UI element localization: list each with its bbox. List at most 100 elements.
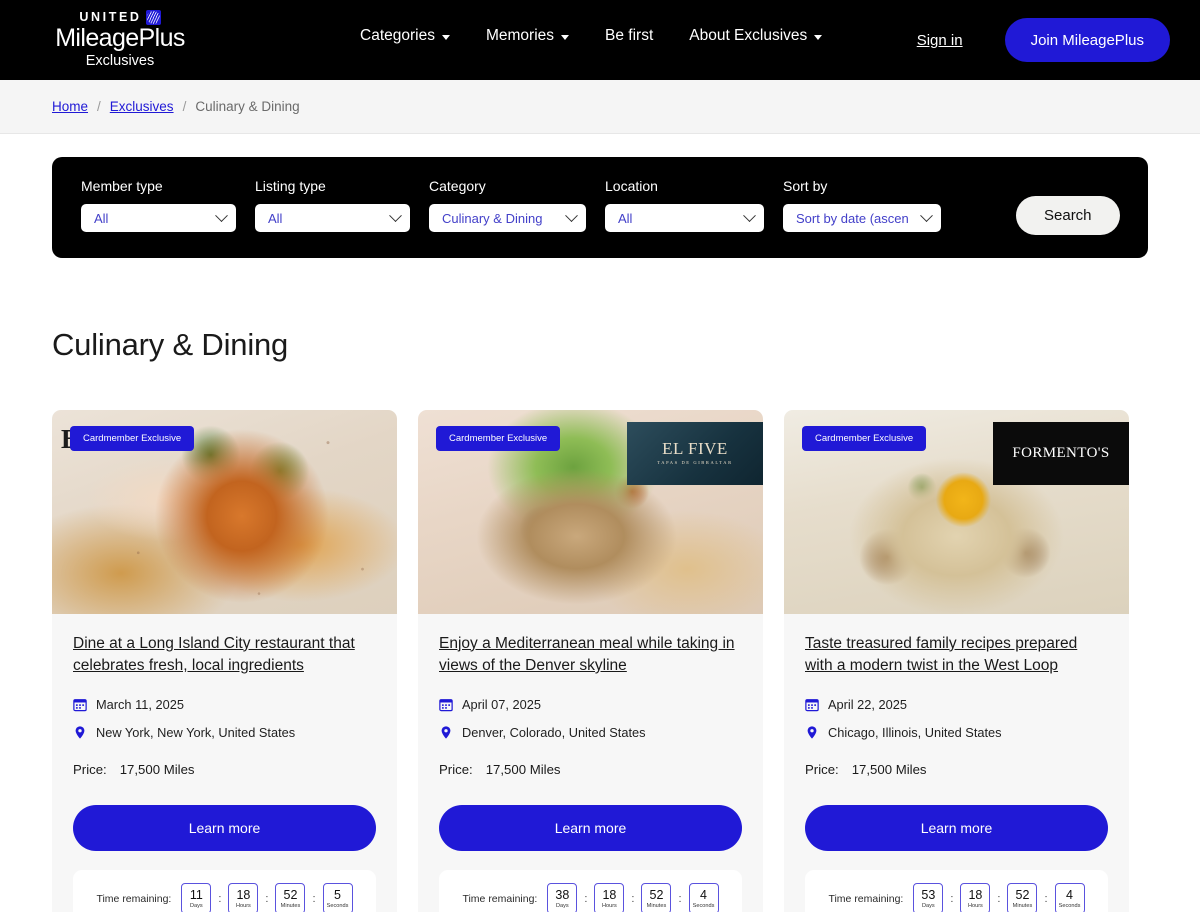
cardmember-exclusive-badge: Cardmember Exclusive — [802, 425, 927, 451]
timer-separator: : — [997, 892, 1001, 905]
breadcrumb-item-exclusives[interactable]: Exclusives — [110, 99, 174, 114]
learn-more-button[interactable]: Learn more — [439, 805, 742, 852]
page-title: Culinary & Dining — [52, 326, 289, 362]
card-price-row: Price: 17,500 Miles — [439, 762, 742, 777]
nav-item-be-first[interactable]: Be first — [605, 27, 653, 45]
member-type-value: All — [94, 210, 109, 226]
timer-value: 52 — [1015, 887, 1030, 902]
price-label: Price: — [805, 762, 839, 778]
calendar-icon — [805, 699, 819, 712]
restaurant-logo-text: FORMENTO'S — [1012, 444, 1110, 461]
main-nav: Categories Memories Be first About Exclu… — [360, 27, 823, 45]
cardmember-exclusive-badge: Cardmember Exclusive — [70, 425, 195, 451]
timer-seconds: 4 Seconds — [688, 883, 719, 912]
chevron-down-icon — [565, 208, 578, 222]
price-value: 17,500 Miles — [119, 762, 195, 778]
listing-card[interactable]: EL FIVE TAPAS DE GIBRALTAR Cardmember Ex… — [418, 409, 763, 912]
timer-separator: : — [950, 892, 954, 905]
nav-item-memories[interactable]: Memories — [485, 27, 570, 45]
timer-seconds: 4 Seconds — [1054, 883, 1085, 912]
restaurant-logo: FORMENTO'S — [993, 421, 1129, 485]
learn-more-button[interactable]: Learn more — [805, 805, 1108, 852]
join-mileageplus-button[interactable]: Join MileagePlus — [1004, 18, 1170, 62]
listing-card[interactable]: B Cardmember Exclusive Dine at a Long Is… — [52, 409, 397, 912]
card-location: Chicago, Illinois, United States — [828, 725, 1002, 741]
listing-type-select[interactable]: All — [255, 204, 410, 232]
timer-days: 11 Days — [181, 883, 212, 912]
breadcrumb-item-home[interactable]: Home — [52, 99, 88, 114]
timer-separator: : — [584, 892, 588, 905]
listing-grid: B Cardmember Exclusive Dine at a Long Is… — [0, 384, 1200, 912]
filter-label-location: Location — [605, 178, 658, 194]
logo-united-text: UNITED — [79, 10, 142, 25]
member-type-select[interactable]: All — [81, 204, 236, 232]
listing-card[interactable]: FORMENTO'S Cardmember Exclusive Taste tr… — [784, 409, 1129, 912]
timer-unit: Seconds — [1058, 902, 1081, 909]
timer-separator: : — [218, 892, 222, 905]
price-label: Price: — [439, 762, 473, 778]
timer-seconds: 5 Seconds — [322, 883, 353, 912]
filter-category: Category Culinary & Dining — [429, 178, 586, 232]
filter-label-category: Category — [429, 178, 486, 194]
card-body: Dine at a Long Island City restaurant th… — [52, 614, 397, 778]
card-date-row: April 22, 2025 — [805, 697, 1108, 712]
listing-type-value: All — [268, 210, 283, 226]
site-header: UNITED MileagePlus Exclusives Categories… — [0, 0, 1200, 80]
filter-location: Location All — [605, 178, 764, 232]
nav-label: Be first — [605, 27, 654, 44]
timer-days: 38 Days — [547, 883, 578, 912]
sort-by-value: Sort by date (ascen — [796, 210, 909, 226]
card-date-row: April 07, 2025 — [439, 697, 742, 712]
nav-label: Memories — [485, 27, 555, 44]
card-title-link[interactable]: Dine at a Long Island City restaurant th… — [73, 633, 376, 678]
timer-hours: 18 Hours — [594, 883, 625, 912]
calendar-icon — [73, 699, 87, 712]
timer-unit: Days — [555, 902, 569, 909]
learn-more-button[interactable]: Learn more — [73, 805, 376, 852]
logo-mileageplus-text: MileagePlus — [55, 24, 185, 52]
timer-days: 53 Days — [913, 883, 944, 912]
card-location: Denver, Colorado, United States — [462, 725, 646, 741]
nav-item-categories[interactable]: Categories — [360, 27, 450, 45]
card-title-link[interactable]: Enjoy a Mediterranean meal while taking … — [439, 633, 742, 678]
card-title-link[interactable]: Taste treasured family recipes prepared … — [805, 633, 1108, 678]
nav-item-about-exclusives[interactable]: About Exclusives — [689, 27, 823, 45]
countdown-timer: Time remaining: 53 Days : 18 Hours : 52 … — [805, 870, 1108, 912]
chevron-down-icon — [561, 34, 570, 40]
timer-value: 52 — [649, 887, 664, 902]
location-select[interactable]: All — [605, 204, 764, 232]
category-select[interactable]: Culinary & Dining — [429, 204, 586, 232]
restaurant-logo: EL FIVE TAPAS DE GIBRALTAR — [627, 421, 763, 485]
card-image: EL FIVE TAPAS DE GIBRALTAR Cardmember Ex… — [418, 409, 763, 614]
timer-value: 5 — [334, 887, 341, 902]
timer-minutes: 52 Minutes — [275, 883, 306, 912]
nav-label: Categories — [360, 27, 435, 44]
cardmember-exclusive-badge: Cardmember Exclusive — [436, 425, 561, 451]
timer-value: 38 — [555, 887, 570, 902]
restaurant-logo-subtext: TAPAS DE GIBRALTAR — [657, 460, 733, 466]
timer-unit: Seconds — [326, 902, 349, 909]
location-pin-icon — [441, 726, 451, 740]
price-value: 17,500 Miles — [485, 762, 561, 778]
sign-in-link[interactable]: Sign in — [917, 32, 963, 49]
timer-label: Time remaining: — [828, 892, 904, 905]
filter-bar: Member type All Listing type All Categor… — [52, 157, 1148, 258]
card-date: March 11, 2025 — [96, 697, 184, 713]
location-pin-icon — [807, 726, 817, 740]
timer-value: 18 — [236, 887, 251, 902]
card-image: B Cardmember Exclusive — [52, 409, 397, 614]
timer-label: Time remaining: — [96, 892, 172, 905]
filter-member-type: Member type All — [81, 178, 236, 232]
countdown-timer: Time remaining: 11 Days : 18 Hours : 52 … — [73, 870, 376, 912]
timer-label: Time remaining: — [462, 892, 538, 905]
breadcrumb-item-current: Culinary & Dining — [195, 99, 300, 114]
filter-label-sort-by: Sort by — [783, 178, 828, 194]
search-button[interactable]: Search — [1016, 196, 1120, 235]
site-logo[interactable]: UNITED MileagePlus Exclusives — [55, 10, 185, 69]
timer-separator: : — [678, 892, 682, 905]
card-location-row: Denver, Colorado, United States — [439, 725, 742, 740]
restaurant-logo-text: EL FIVE — [662, 439, 728, 459]
nav-label: About Exclusives — [689, 27, 808, 44]
sort-by-select[interactable]: Sort by date (ascen — [783, 204, 941, 232]
chevron-down-icon — [389, 208, 402, 222]
